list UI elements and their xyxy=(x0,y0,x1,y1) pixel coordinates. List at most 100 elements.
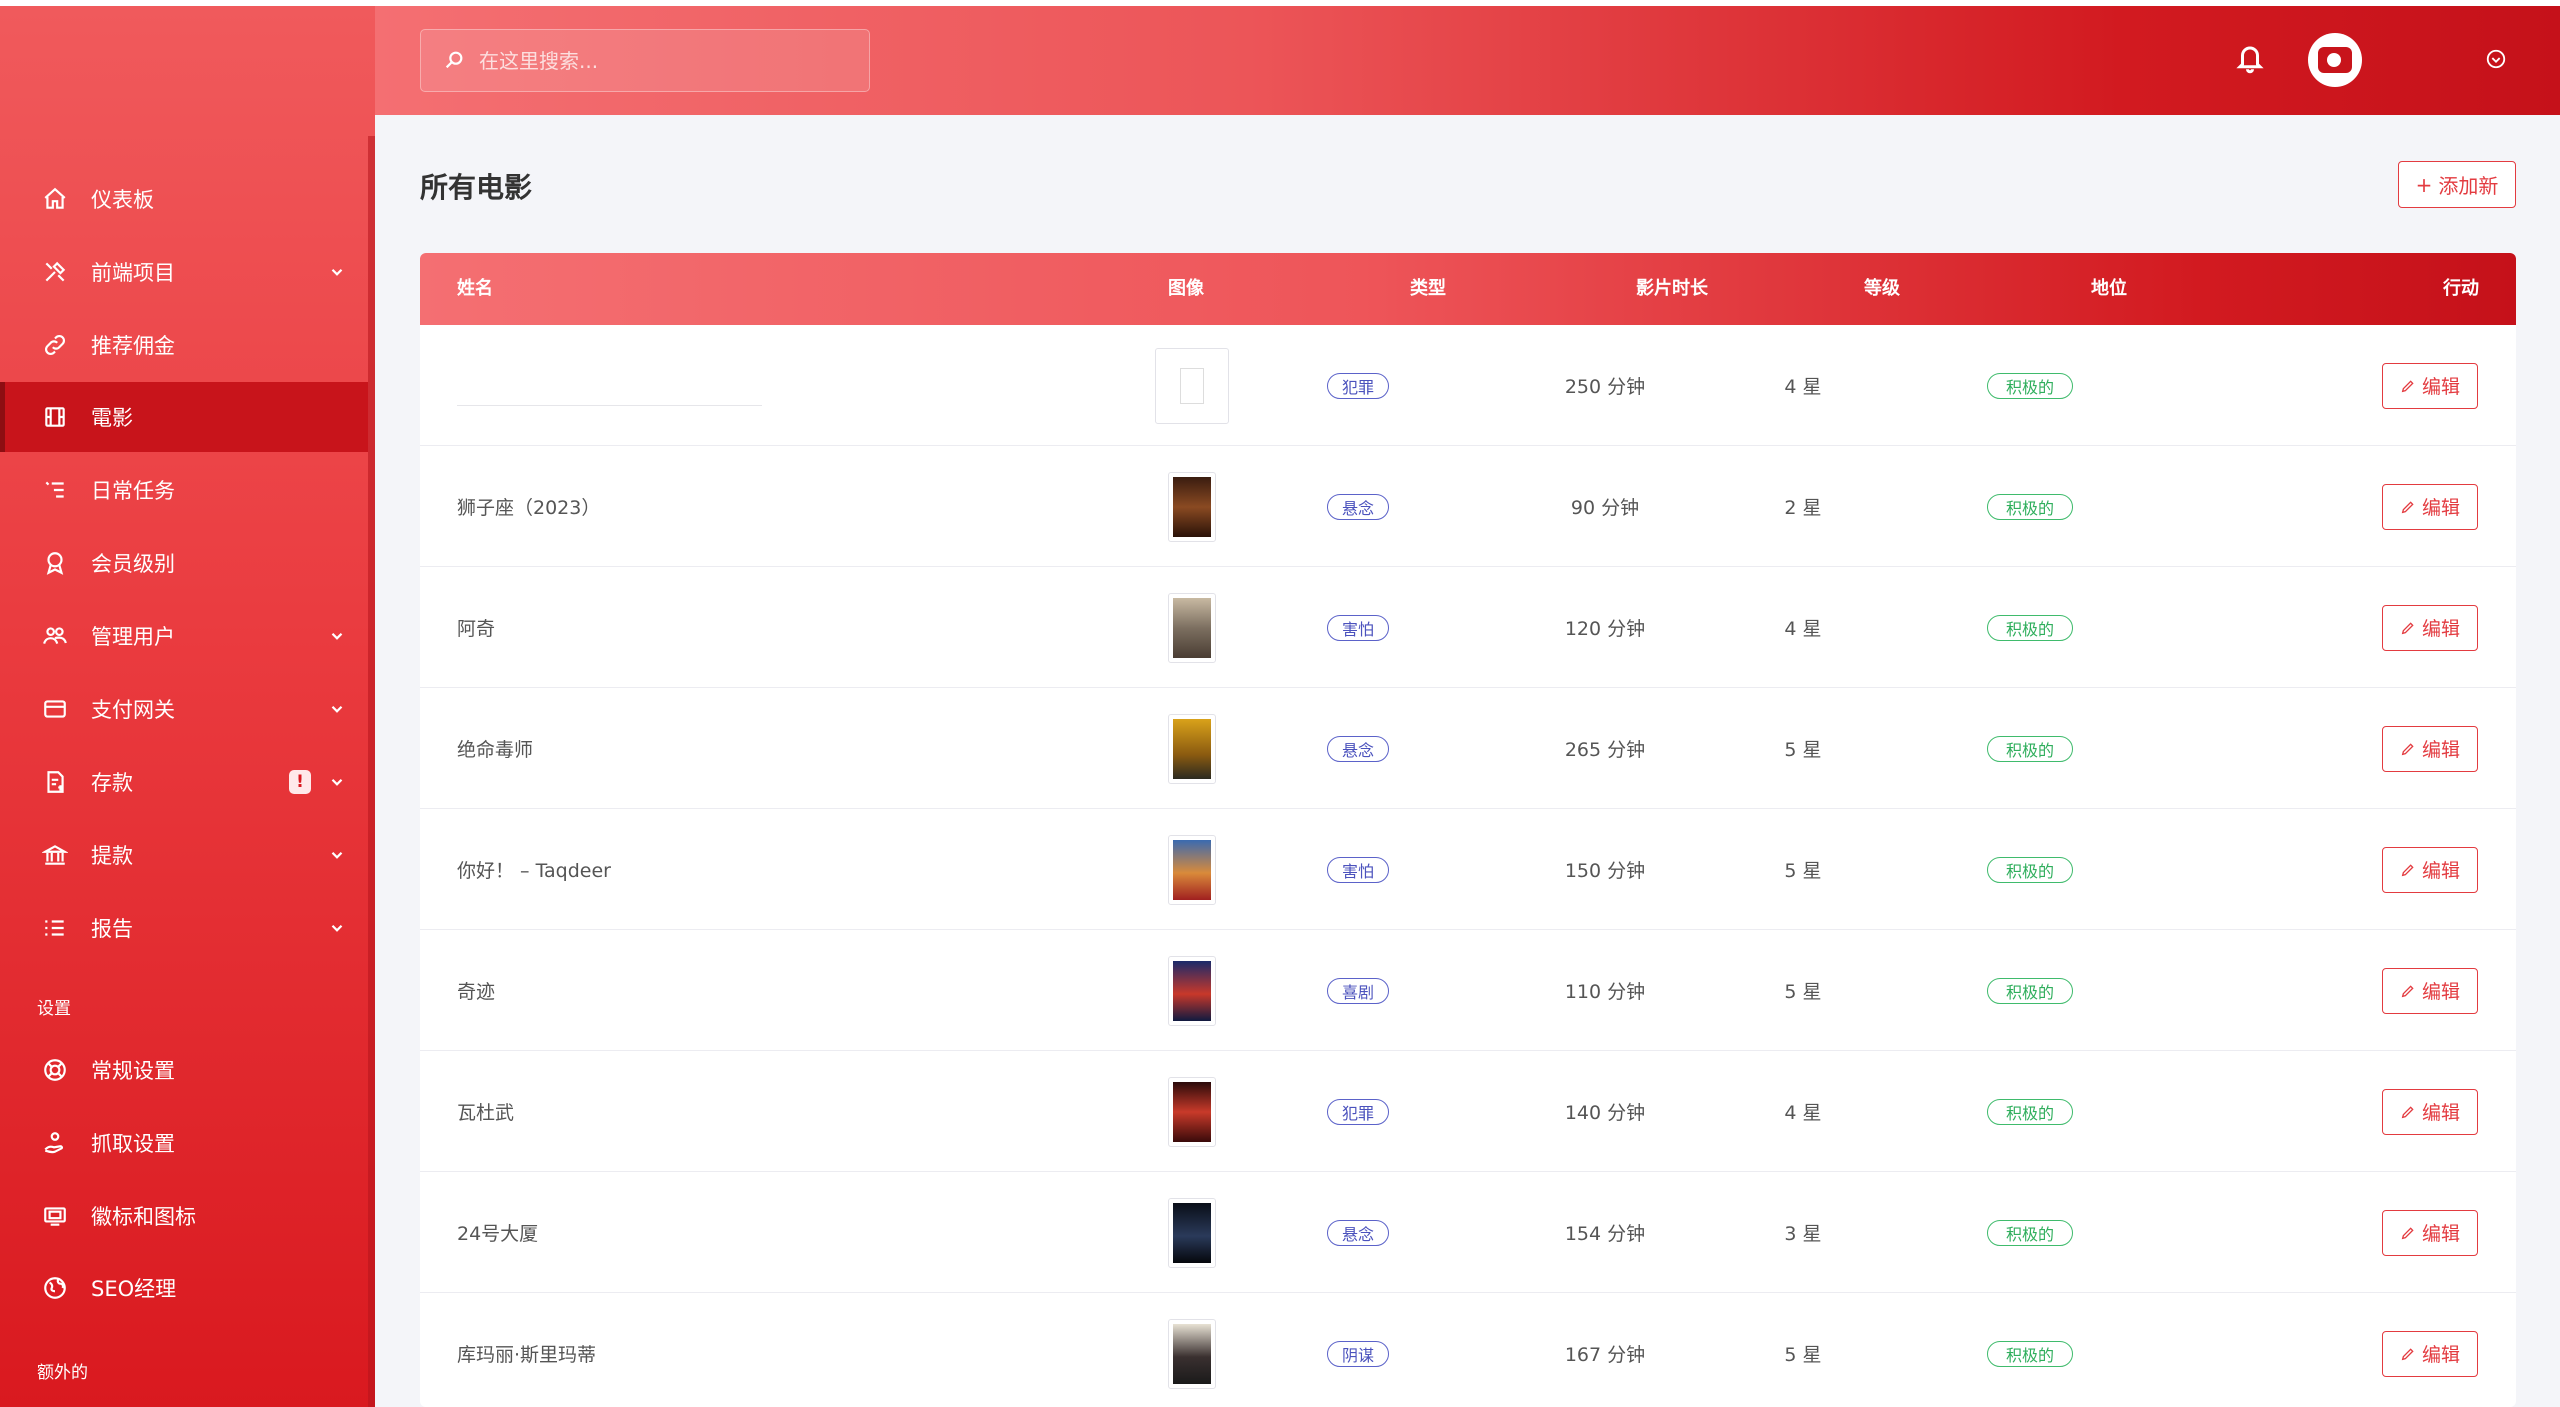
grade-cell: 2 星 xyxy=(1784,497,1822,519)
length-cell: 154 分钟 xyxy=(1564,1223,1646,1245)
sidebar-item-payment-gateways[interactable]: 支付网关 xyxy=(0,674,368,744)
edit-button[interactable]: 编辑 xyxy=(2382,725,2478,772)
edit-button[interactable]: 编辑 xyxy=(2382,483,2478,530)
movie-name: 你好！ – Taqdeer xyxy=(457,860,611,882)
edit-button[interactable]: 编辑 xyxy=(2382,967,2478,1014)
avatar[interactable] xyxy=(2308,33,2362,87)
sidebar-item-reports[interactable]: 报告 xyxy=(0,893,368,963)
sidebar-item-dashboard[interactable]: 仪表板 xyxy=(0,164,368,234)
sidebar-item-deposits[interactable]: 存款 ! xyxy=(0,747,368,817)
pencil-icon xyxy=(2401,621,2414,634)
status-badge: 积极的 xyxy=(1986,372,2073,399)
award-icon xyxy=(40,548,70,578)
search-box[interactable] xyxy=(420,29,870,92)
task-list-icon xyxy=(40,475,70,505)
length-cell: 167 分钟 xyxy=(1564,1344,1646,1366)
movie-poster xyxy=(1168,1318,1216,1389)
genre-cell: 害怕 xyxy=(1298,809,1418,930)
sidebar-item-movies[interactable]: 電影 xyxy=(0,382,368,452)
column-header-status: 地位 xyxy=(2091,278,2127,299)
edit-button[interactable]: 编辑 xyxy=(2382,362,2478,409)
sidebar-item-frontend[interactable]: 前端项目 xyxy=(0,237,368,307)
search-input[interactable] xyxy=(479,48,869,73)
top-header xyxy=(375,6,2560,115)
status-cell: 积极的 xyxy=(1960,567,2100,688)
genre-cell: 阴谋 xyxy=(1298,1293,1418,1407)
sidebar-item-referral[interactable]: 推荐佣金 xyxy=(0,310,368,380)
bell-icon[interactable] xyxy=(2235,41,2267,77)
alert-badge: ! xyxy=(289,770,311,794)
action-cell: 编辑 xyxy=(2380,688,2480,809)
sidebar-item-label: 支付网关 xyxy=(91,698,175,722)
table-row: 24号大厦 悬念 154 分钟 3 星 积极的 编辑 xyxy=(420,1172,2516,1293)
sidebar-item-label: 徽标和图标 xyxy=(91,1205,196,1229)
pencil-icon xyxy=(2401,863,2414,876)
plus-icon: + xyxy=(2415,172,2433,197)
genre-badge: 悬念 xyxy=(1326,493,1389,520)
edit-button[interactable]: 编辑 xyxy=(2382,1088,2478,1135)
movie-poster xyxy=(1168,1197,1216,1268)
sidebar-item-crawl-settings[interactable]: 抓取设置 xyxy=(0,1108,368,1178)
action-cell: 编辑 xyxy=(2380,1172,2480,1293)
genre-badge: 阴谋 xyxy=(1326,1340,1389,1367)
sidebar: 仪表板 前端项目 推荐佣金 電影 日常任务 会员级别 管理用户 支付网关 存款 … xyxy=(0,6,375,1407)
chevron-down-circle-icon[interactable] xyxy=(2485,48,2509,72)
edit-label: 编辑 xyxy=(2421,376,2460,398)
sidebar-item-logo-icons[interactable]: 徽标和图标 xyxy=(0,1181,368,1251)
table-row: 奇迹 喜剧 110 分钟 5 星 积极的 编辑 xyxy=(420,930,2516,1051)
length-cell: 120 分钟 xyxy=(1564,618,1646,640)
chevron-down-icon xyxy=(328,262,348,282)
grade-cell: 5 星 xyxy=(1784,739,1822,761)
sidebar-item-seo-manager[interactable]: SEO经理 xyxy=(0,1253,368,1323)
sidebar-item-membership[interactable]: 会员级别 xyxy=(0,528,368,598)
movies-table: 姓名 图像 类型 影片时长 等级 地位 行动 犯罪 250 分钟 4 星 积极的… xyxy=(420,253,2516,1407)
add-new-button[interactable]: + 添加新 xyxy=(2398,161,2516,208)
sidebar-item-label: 抓取设置 xyxy=(91,1132,175,1156)
movie-name: 阿奇 xyxy=(457,618,496,640)
genre-badge: 悬念 xyxy=(1326,1219,1389,1246)
search-icon xyxy=(443,49,467,73)
status-badge: 积极的 xyxy=(1986,1340,2073,1367)
column-header-grade: 等级 xyxy=(1864,278,1900,299)
name-cell: 奇迹 xyxy=(457,930,1057,1051)
edit-button[interactable]: 编辑 xyxy=(2382,1330,2478,1377)
image-cell xyxy=(1142,688,1242,809)
pencil-icon xyxy=(2401,379,2414,392)
sidebar-scrollbar[interactable] xyxy=(368,136,375,1407)
action-cell: 编辑 xyxy=(2380,809,2480,930)
status-badge: 积极的 xyxy=(1986,977,2073,1004)
image-cell xyxy=(1142,446,1242,567)
status-cell: 积极的 xyxy=(1960,809,2100,930)
edit-label: 编辑 xyxy=(2421,618,2460,640)
lifebuoy-icon xyxy=(40,1055,70,1085)
sidebar-item-daily-tasks[interactable]: 日常任务 xyxy=(0,455,368,525)
sidebar-item-general-settings[interactable]: 常规设置 xyxy=(0,1035,368,1105)
movie-name: 绝命毒师 xyxy=(457,739,534,761)
edit-label: 编辑 xyxy=(2421,1344,2460,1366)
sidebar-item-label: 常规设置 xyxy=(91,1059,175,1083)
movie-poster xyxy=(1168,471,1216,542)
sidebar-item-label: 存款 xyxy=(91,771,133,795)
movie-name: 库玛丽·斯里玛蒂 xyxy=(457,1344,597,1366)
edit-label: 编辑 xyxy=(2421,497,2460,519)
users-icon xyxy=(40,621,70,651)
name-cell: 阿奇 xyxy=(457,567,1057,688)
movie-name: 奇迹 xyxy=(457,981,496,1003)
edit-button[interactable]: 编辑 xyxy=(2382,1209,2478,1256)
link-icon xyxy=(40,330,70,360)
sidebar-item-users[interactable]: 管理用户 xyxy=(0,601,368,671)
edit-button[interactable]: 编辑 xyxy=(2382,846,2478,893)
image-cell xyxy=(1142,325,1242,446)
status-cell: 积极的 xyxy=(1960,1293,2100,1407)
tools-icon xyxy=(40,257,70,287)
edit-button[interactable]: 编辑 xyxy=(2382,604,2478,651)
action-cell: 编辑 xyxy=(2380,325,2480,446)
sidebar-item-withdrawals[interactable]: 提款 xyxy=(0,820,368,890)
status-badge: 积极的 xyxy=(1986,1219,2073,1246)
name-cell: 绝命毒师 xyxy=(457,688,1057,809)
hand-coin-icon xyxy=(40,1128,70,1158)
status-cell: 积极的 xyxy=(1960,1172,2100,1293)
home-icon xyxy=(40,184,70,214)
table-row: 瓦杜武 犯罪 140 分钟 4 星 积极的 编辑 xyxy=(420,1051,2516,1172)
pencil-icon xyxy=(2401,984,2414,997)
